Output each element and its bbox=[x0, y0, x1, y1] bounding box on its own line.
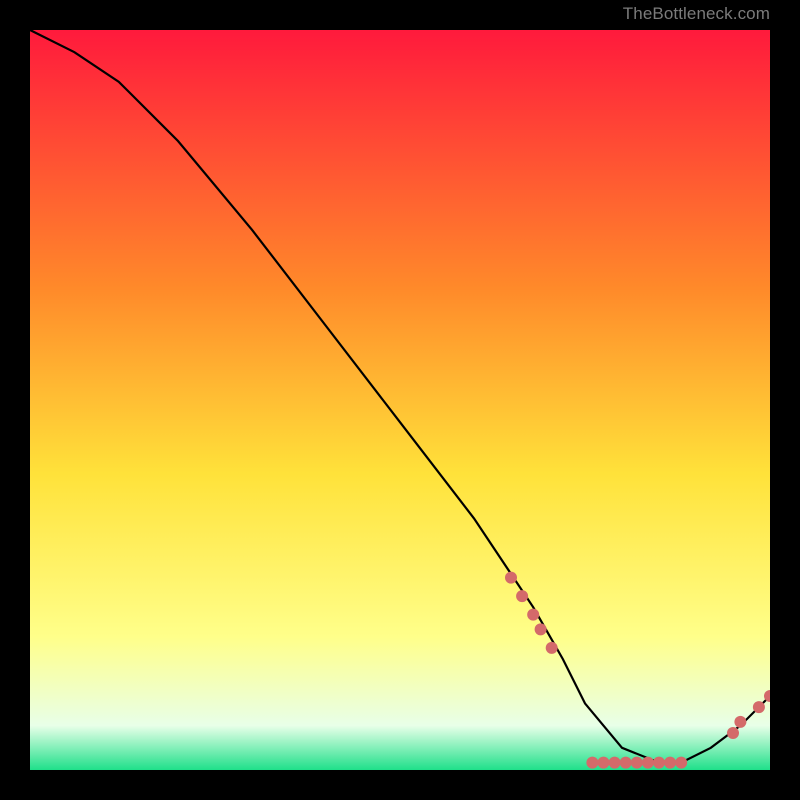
data-point bbox=[642, 757, 654, 769]
data-point bbox=[598, 757, 610, 769]
data-point bbox=[631, 757, 643, 769]
data-point bbox=[609, 757, 621, 769]
gradient-background bbox=[30, 30, 770, 770]
chart-svg bbox=[30, 30, 770, 770]
data-point bbox=[546, 642, 558, 654]
data-point bbox=[505, 572, 517, 584]
data-point bbox=[527, 609, 539, 621]
data-point bbox=[727, 727, 739, 739]
data-point bbox=[516, 590, 528, 602]
data-point bbox=[675, 757, 687, 769]
data-point bbox=[753, 701, 765, 713]
plot-area bbox=[30, 30, 770, 770]
data-point bbox=[535, 623, 547, 635]
watermark-text: TheBottleneck.com bbox=[623, 4, 770, 24]
data-point bbox=[734, 716, 746, 728]
data-point bbox=[620, 757, 632, 769]
data-point bbox=[586, 757, 598, 769]
chart-frame: TheBottleneck.com bbox=[0, 0, 800, 800]
data-point bbox=[664, 757, 676, 769]
data-point bbox=[653, 757, 665, 769]
